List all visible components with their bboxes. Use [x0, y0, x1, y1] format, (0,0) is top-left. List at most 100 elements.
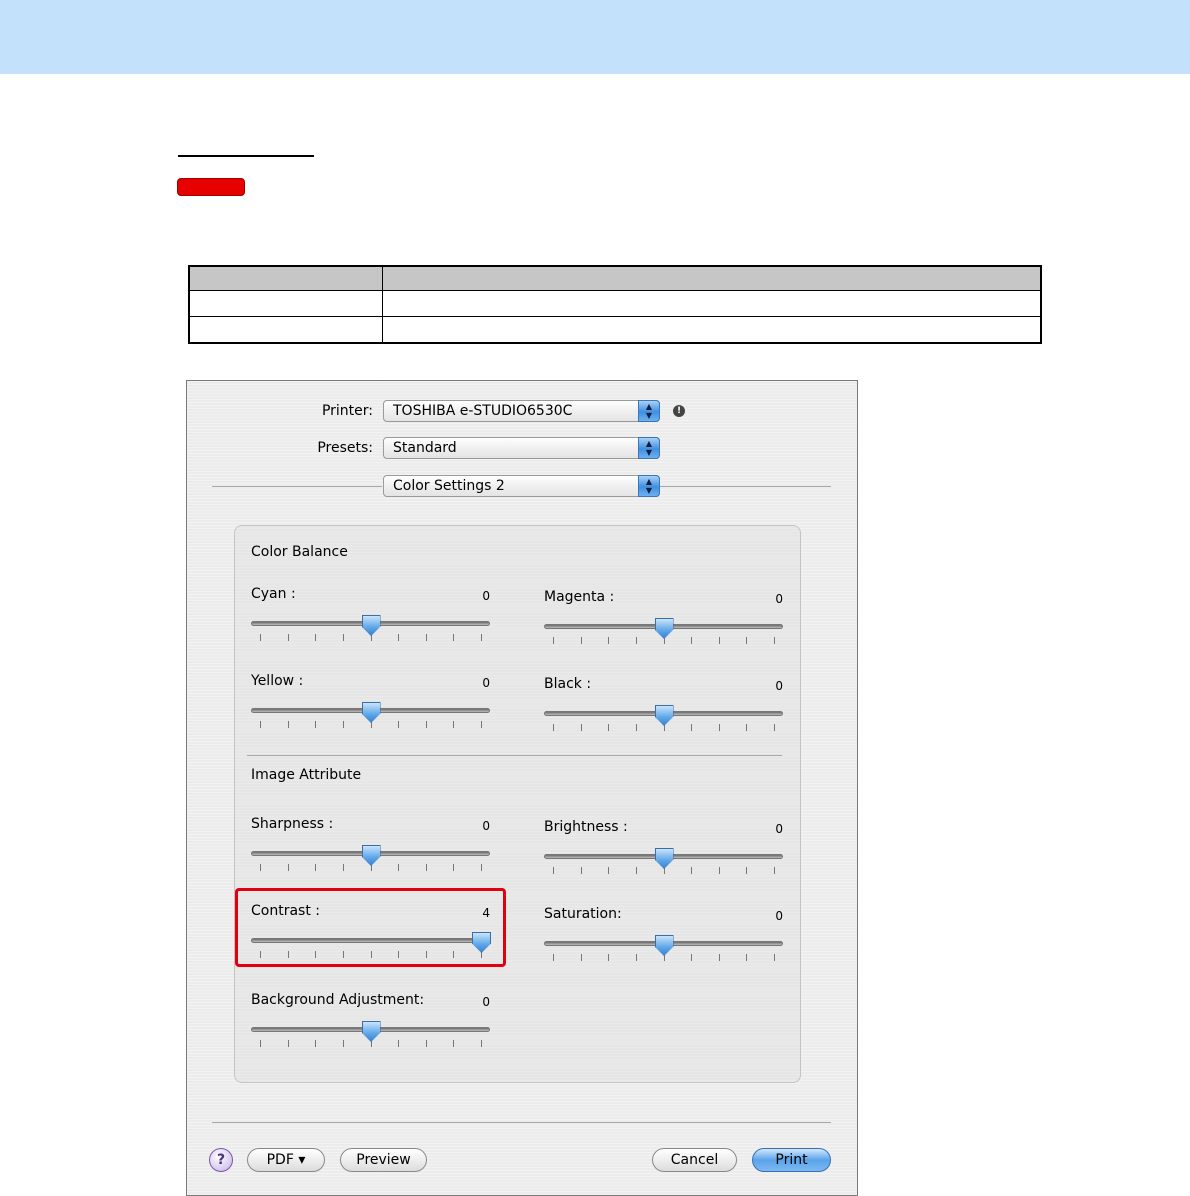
sharpness-slider[interactable]: Sharpness : 0 — [251, 816, 490, 878]
magenta-slider[interactable]: Magenta : 0 — [544, 589, 783, 651]
tick-mark — [342, 721, 344, 728]
slider-label: Saturation: — [544, 906, 622, 922]
slider-knob[interactable] — [654, 848, 674, 869]
table-header-row — [190, 267, 1040, 291]
tick-mark — [315, 721, 317, 728]
tick-mark — [691, 637, 693, 644]
printer-popup-value: TOSHIBA e-STUDIO6530C — [393, 403, 573, 419]
tick-mark — [608, 637, 610, 644]
tick-mark — [481, 864, 482, 871]
color-balance-title: Color Balance — [251, 544, 348, 560]
exclamation-icon[interactable]: ! — [673, 405, 685, 417]
tick-mark — [398, 721, 400, 728]
tick-mark — [608, 867, 610, 874]
tick-mark — [635, 867, 637, 874]
tick-mark — [342, 634, 344, 641]
tick-mark — [746, 724, 748, 731]
tick-mark — [718, 724, 720, 731]
tick-mark — [553, 637, 554, 644]
slider-label: Black : — [544, 676, 592, 692]
presets-label: Presets: — [317, 440, 373, 456]
group-divider — [247, 755, 782, 756]
black-slider[interactable]: Black : 0 — [544, 676, 783, 738]
slider-knob[interactable] — [654, 618, 674, 639]
tick-mark — [425, 1040, 427, 1047]
slider-knob[interactable] — [654, 935, 674, 956]
contrast-highlight-box — [235, 888, 506, 967]
panel-separator-right — [660, 486, 831, 487]
title-underline — [178, 155, 314, 157]
cyan-slider[interactable]: Cyan : 0 — [251, 586, 490, 648]
tick-mark — [580, 954, 582, 961]
print-button[interactable]: Print — [752, 1148, 831, 1172]
tick-mark — [398, 1040, 400, 1047]
updown-arrows-icon: ▲ ▼ — [638, 400, 660, 422]
slider-knob[interactable] — [654, 705, 674, 726]
tick-mark — [774, 637, 775, 644]
slider-value: 0 — [482, 995, 490, 1009]
tick-mark — [287, 721, 289, 728]
tick-mark — [398, 864, 400, 871]
slider-value: 0 — [775, 679, 783, 693]
image-attribute-title: Image Attribute — [251, 767, 362, 783]
tick-mark — [398, 634, 400, 641]
saturation-slider[interactable]: Saturation: 0 — [544, 906, 783, 968]
tick-mark — [425, 634, 427, 641]
tick-mark — [774, 867, 775, 874]
tick-mark — [608, 954, 610, 961]
printer-label: Printer: — [321, 403, 373, 419]
brightness-slider[interactable]: Brightness : 0 — [544, 819, 783, 881]
tick-mark — [608, 724, 610, 731]
tick-mark — [746, 867, 748, 874]
tick-mark — [287, 634, 289, 641]
tick-mark — [260, 721, 261, 728]
tick-mark — [746, 954, 748, 961]
presets-popup[interactable]: Standard ▲ ▼ — [383, 437, 660, 459]
tick-mark — [553, 954, 554, 961]
slider-label: Brightness : — [544, 819, 628, 835]
tick-mark — [481, 1040, 482, 1047]
updown-arrows-icon: ▲ ▼ — [638, 475, 660, 497]
presets-popup-value: Standard — [393, 440, 457, 456]
tick-mark — [287, 1040, 289, 1047]
slider-knob[interactable] — [361, 702, 381, 723]
tick-mark — [718, 867, 720, 874]
slider-label: Background Adjustment: — [251, 992, 425, 1008]
tick-mark — [315, 864, 317, 871]
tick-mark — [315, 634, 317, 641]
slider-knob[interactable] — [361, 845, 381, 866]
tick-mark — [774, 724, 775, 731]
tick-mark — [691, 724, 693, 731]
slider-value: 0 — [482, 589, 490, 603]
tick-mark — [635, 724, 637, 731]
tick-mark — [580, 724, 582, 731]
tick-mark — [287, 864, 289, 871]
slider-value: 0 — [775, 909, 783, 923]
tick-mark — [580, 867, 582, 874]
tick-mark — [691, 867, 693, 874]
yellow-slider[interactable]: Yellow : 0 — [251, 673, 490, 735]
pdf-button[interactable]: PDF ▾ — [247, 1148, 325, 1172]
tick-mark — [481, 634, 482, 641]
panel-popup[interactable]: Color Settings 2 ▲ ▼ — [383, 475, 660, 497]
cancel-button[interactable]: Cancel — [652, 1148, 737, 1172]
table-row — [190, 291, 1040, 317]
panel-separator-left — [212, 486, 382, 487]
slider-knob[interactable] — [361, 1021, 381, 1042]
slider-label: Yellow : — [251, 673, 304, 689]
question-mark-icon: ? — [216, 1152, 226, 1168]
tick-mark — [481, 721, 482, 728]
preview-button[interactable]: Preview — [340, 1148, 427, 1172]
slider-label: Magenta : — [544, 589, 615, 605]
slider-knob[interactable] — [361, 615, 381, 636]
slider-value: 0 — [775, 822, 783, 836]
tick-mark — [453, 1040, 455, 1047]
help-button[interactable]: ? — [209, 1148, 233, 1172]
tick-mark — [718, 954, 720, 961]
tick-mark — [635, 954, 637, 961]
tick-mark — [746, 637, 748, 644]
printer-popup[interactable]: TOSHIBA e-STUDIO6530C ▲ ▼ — [383, 400, 660, 422]
print-dialog: Printer: TOSHIBA e-STUDIO6530C ▲ ▼ ! Pres… — [186, 380, 858, 1196]
slider-label: Sharpness : — [251, 816, 334, 832]
background-adjustment-slider[interactable]: Background Adjustment: 0 — [251, 992, 490, 1054]
